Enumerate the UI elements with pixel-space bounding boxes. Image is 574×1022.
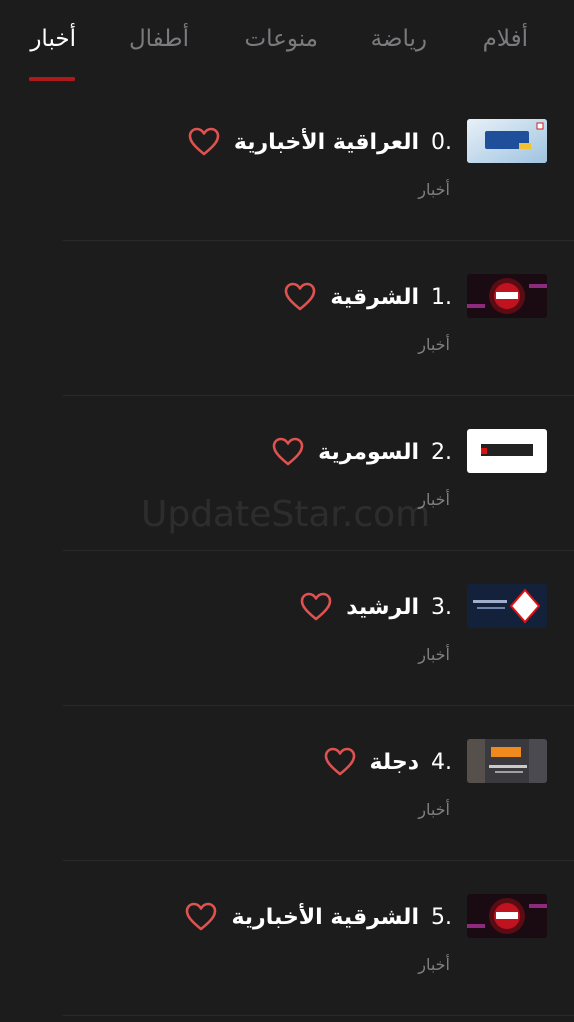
- channel-thumbnail: [467, 739, 547, 783]
- channel-thumbnail: [467, 894, 547, 938]
- channel-row[interactable]: 3. الرشيد أخبار: [0, 551, 574, 706]
- channel-name: الرشيد: [346, 594, 419, 620]
- active-tab-indicator: [29, 77, 75, 81]
- channel-name: الشرقية الأخبارية: [231, 904, 419, 930]
- category-tabs: أفلام رياضة منوعات أطفال أخبار: [0, 0, 574, 84]
- channel-number: 1.: [431, 284, 452, 310]
- channel-row[interactable]: 2. السومرية أخبار: [0, 396, 574, 551]
- channel-title-line: 5. الشرقية الأخبارية: [185, 897, 452, 937]
- channel-title-line: 4. دجلة: [324, 742, 452, 782]
- heart-icon[interactable]: [185, 902, 217, 932]
- channel-category: أخبار: [418, 180, 450, 199]
- tab-sports[interactable]: رياضة: [371, 26, 427, 52]
- channel-category: أخبار: [418, 645, 450, 664]
- channel-category: أخبار: [418, 955, 450, 974]
- channel-thumbnail: [467, 429, 547, 473]
- channel-title-line: 3. الرشيد: [300, 587, 452, 627]
- channel-title-line: 0. العراقية الأخبارية: [188, 122, 452, 162]
- channel-category: أخبار: [418, 335, 450, 354]
- heart-icon[interactable]: [300, 592, 332, 622]
- channel-thumbnail: [467, 584, 547, 628]
- heart-icon[interactable]: [272, 437, 304, 467]
- channel-name: العراقية الأخبارية: [233, 129, 419, 155]
- channel-thumbnail: [467, 274, 547, 318]
- channel-number: 4.: [431, 749, 452, 775]
- channel-title-line: 2. السومرية: [272, 432, 452, 472]
- channel-category: أخبار: [418, 490, 450, 509]
- channel-row[interactable]: 1. الشرقية أخبار: [0, 241, 574, 396]
- tab-news[interactable]: أخبار: [30, 26, 76, 52]
- tab-movies[interactable]: أفلام: [483, 26, 528, 52]
- channel-row[interactable]: 0. العراقية الأخبارية أخبار: [0, 86, 574, 241]
- channel-number: 5.: [431, 904, 452, 930]
- channel-number: 3.: [431, 594, 452, 620]
- row-divider: [63, 1015, 574, 1016]
- tab-variety[interactable]: منوعات: [244, 26, 318, 52]
- channel-name: السومرية: [318, 439, 419, 465]
- tab-kids[interactable]: أطفال: [129, 26, 189, 52]
- channel-thumbnail: [467, 119, 547, 163]
- channel-row[interactable]: 5. الشرقية الأخبارية أخبار: [0, 861, 574, 1016]
- channel-category: أخبار: [418, 800, 450, 819]
- channel-number: 2.: [431, 439, 452, 465]
- heart-icon[interactable]: [188, 127, 220, 157]
- heart-icon[interactable]: [324, 747, 356, 777]
- channel-title-line: 1. الشرقية: [284, 277, 452, 317]
- channel-name: دجلة: [369, 749, 419, 775]
- channel-number: 0.: [431, 129, 452, 155]
- heart-icon[interactable]: [284, 282, 316, 312]
- channel-row[interactable]: 4. دجلة أخبار: [0, 706, 574, 861]
- channel-name: الشرقية: [330, 284, 419, 310]
